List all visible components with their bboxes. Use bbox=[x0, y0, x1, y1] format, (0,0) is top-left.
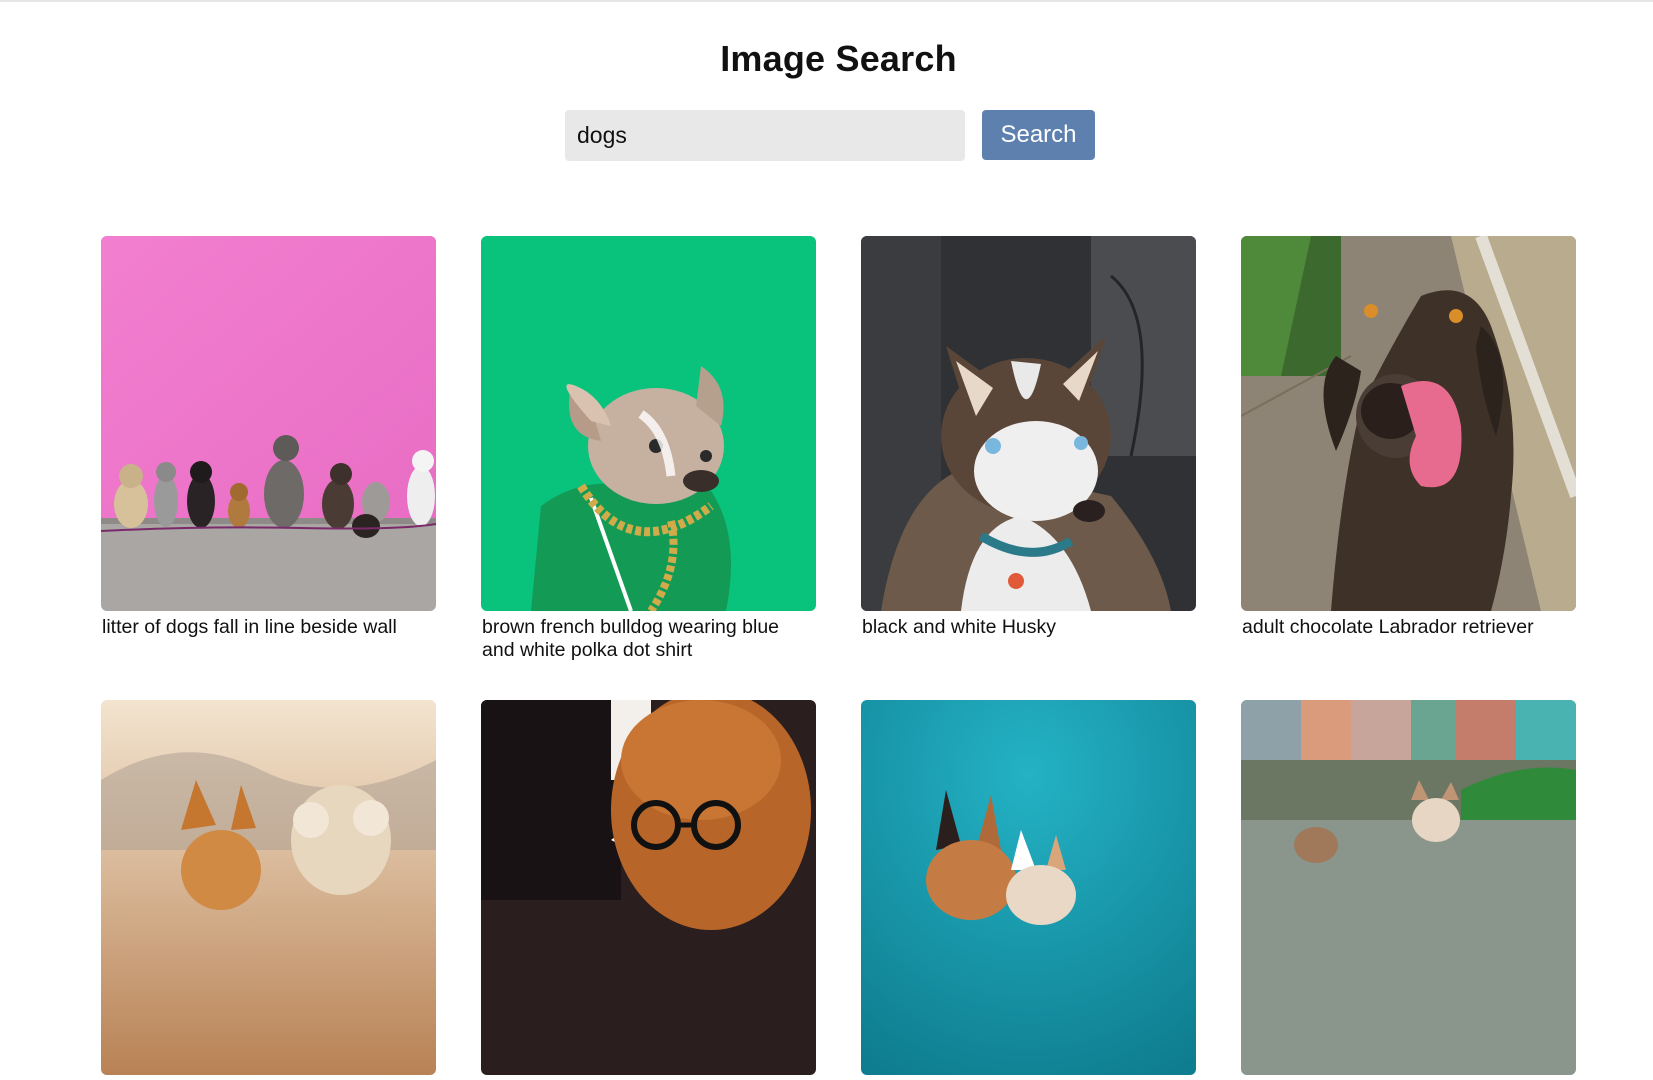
result-image-puppies-on-street[interactable] bbox=[1241, 700, 1576, 1075]
result-card[interactable] bbox=[1241, 700, 1576, 1080]
result-caption: black and white Husky bbox=[862, 616, 1057, 638]
search-input[interactable] bbox=[565, 110, 965, 161]
top-divider bbox=[0, 0, 1653, 2]
result-card[interactable]: adult chocolate Labrador retriever bbox=[1241, 236, 1576, 700]
result-card[interactable]: black and white Husky bbox=[861, 236, 1196, 700]
search-button[interactable]: Search bbox=[982, 110, 1095, 160]
result-caption: litter of dogs fall in line beside wall bbox=[102, 616, 397, 638]
page-title: Image Search bbox=[720, 38, 957, 79]
result-image-husky[interactable] bbox=[861, 236, 1196, 611]
result-image-dogs-beside-wall[interactable] bbox=[101, 236, 436, 611]
result-card[interactable] bbox=[481, 700, 816, 1080]
result-caption: adult chocolate Labrador retriever bbox=[1242, 616, 1534, 638]
result-image-dog-with-glasses[interactable] bbox=[481, 700, 816, 1075]
result-card[interactable]: brown french bulldog wearing blue and wh… bbox=[481, 236, 816, 700]
result-caption: brown french bulldog wearing blue and wh… bbox=[482, 616, 780, 661]
result-card[interactable] bbox=[861, 700, 1196, 1080]
results-grid: litter of dogs fall in line beside wall … bbox=[101, 236, 1576, 1080]
result-image-dogs-on-teal[interactable] bbox=[861, 700, 1196, 1075]
result-card[interactable]: litter of dogs fall in line beside wall bbox=[101, 236, 436, 700]
result-image-labrador[interactable] bbox=[1241, 236, 1576, 611]
search-bar: Search bbox=[565, 110, 1095, 161]
result-image-corgi-and-terrier[interactable] bbox=[101, 700, 436, 1075]
result-image-french-bulldog[interactable] bbox=[481, 236, 816, 611]
result-card[interactable] bbox=[101, 700, 436, 1080]
